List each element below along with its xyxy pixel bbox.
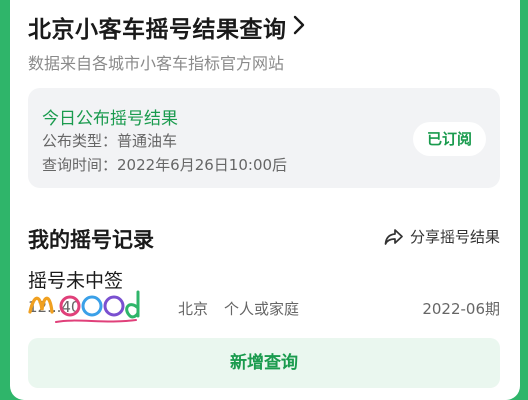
result-time: 查询时间：2022年6月26日10:00后 xyxy=(42,156,288,174)
result-type: 公布类型：普通油车 xyxy=(42,132,178,150)
add-query-button[interactable]: 新增查询 xyxy=(28,338,500,388)
record-period: 2022-06期 xyxy=(422,300,500,318)
record-type: 个人或家庭 xyxy=(224,300,300,318)
title-link[interactable]: 北京小客车摇号结果查询 xyxy=(28,10,305,44)
records-section-title: 我的摇号记录 xyxy=(28,228,154,252)
share-button[interactable]: 分享摇号结果 xyxy=(384,226,500,247)
result-card: 北京小客车摇号结果查询 数据来自各城市小客车指标官方网站 今日公布摇号结果 公布… xyxy=(10,0,520,400)
page-subtitle: 数据来自各城市小客车指标官方网站 xyxy=(28,54,285,73)
redaction-scribble xyxy=(28,290,140,323)
page-title: 北京小客车摇号结果查询 xyxy=(28,17,287,43)
share-label: 分享摇号结果 xyxy=(409,228,500,246)
subscribed-button[interactable]: 已订阅 xyxy=(412,122,486,156)
today-result-box: 今日公布摇号结果 公布类型：普通油车 查询时间：2022年6月26日10:00后… xyxy=(28,88,500,188)
today-result-title: 今日公布摇号结果 xyxy=(42,109,178,129)
record-city: 北京 xyxy=(178,300,209,318)
share-icon xyxy=(384,228,403,245)
chevron-right-icon xyxy=(293,15,305,39)
